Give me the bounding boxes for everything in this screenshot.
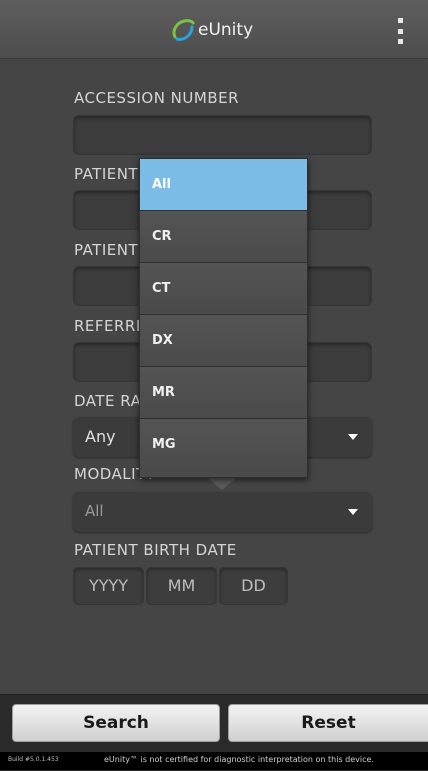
dropdown-pointer — [205, 476, 239, 490]
birth-day-input[interactable]: DD — [219, 567, 288, 605]
modality-option-dx[interactable]: DX — [140, 315, 307, 367]
modality-option-ct[interactable]: CT — [140, 263, 307, 315]
eunity-logo-icon — [172, 19, 195, 41]
app-logo: eUnity — [170, 16, 253, 44]
build-number: Build #5.0.1.453 — [8, 756, 59, 763]
birth-date-label: PATIENT BIRTH DATE — [74, 541, 237, 559]
app-name: eUnity — [198, 20, 254, 40]
menu-dot — [397, 28, 403, 34]
birth-month-input[interactable]: MM — [146, 567, 217, 605]
modality-dropdown: All CR CT DX MR MG — [139, 158, 308, 478]
modality-option-cr[interactable]: CR — [140, 211, 307, 263]
app-header: eUnity — [0, 0, 428, 59]
menu-dot — [397, 18, 403, 23]
accession-number-input[interactable] — [73, 115, 372, 155]
chevron-down-icon — [348, 509, 358, 515]
disclaimer-text: eUnity™ is not certified for diagnostic … — [104, 755, 374, 764]
modality-option-mg[interactable]: MG — [140, 419, 307, 471]
modality-option-mr[interactable]: MR — [140, 367, 307, 419]
accession-number-label: ACCESSION NUMBER — [74, 89, 240, 107]
more-vert-icon[interactable] — [392, 18, 408, 44]
date-range-value: Any — [85, 427, 116, 446]
menu-dot — [397, 39, 403, 44]
modality-option-all[interactable]: All — [140, 159, 307, 211]
search-button[interactable]: Search — [12, 704, 220, 742]
reset-button[interactable]: Reset — [228, 704, 428, 742]
modality-select[interactable]: All — [73, 492, 372, 532]
chevron-down-icon — [348, 434, 358, 440]
birth-year-input[interactable]: YYYY — [73, 567, 144, 605]
modality-value: All — [85, 502, 104, 520]
